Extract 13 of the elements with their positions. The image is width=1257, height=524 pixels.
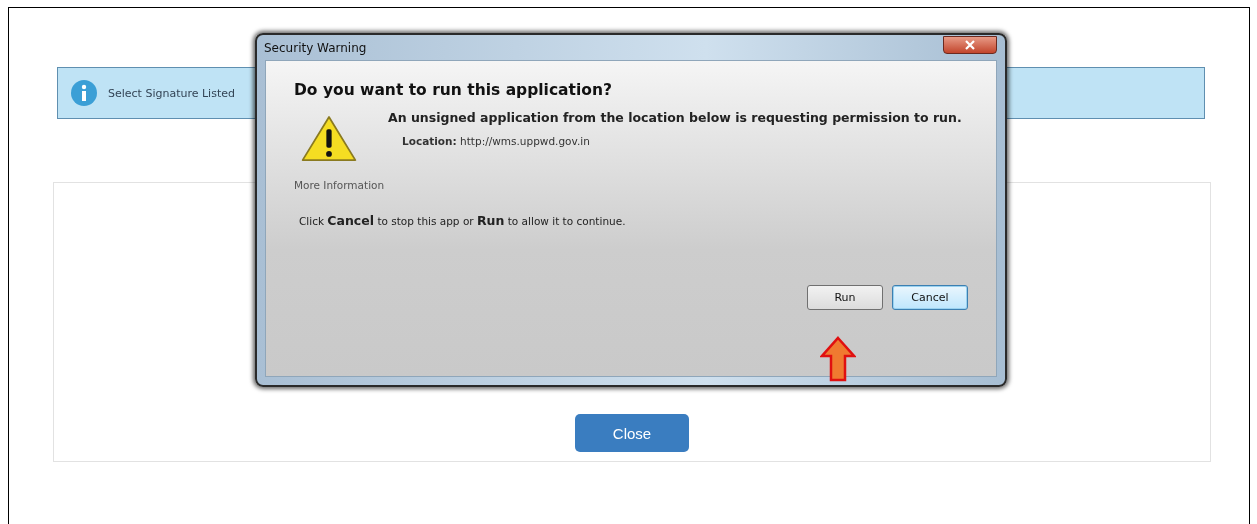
- location-text: Location: http://wms.uppwd.gov.in: [402, 135, 591, 147]
- dialog-title: Security Warning: [264, 40, 367, 55]
- instruction-text: Click Cancel to stop this app or Run to allow it to continue.: [299, 213, 627, 228]
- close-icon[interactable]: [943, 35, 997, 54]
- up-arrow-icon: [820, 336, 856, 382]
- more-information-link[interactable]: More Information: [294, 179, 385, 191]
- close-button[interactable]: Close: [575, 414, 689, 452]
- warning-message: An unsigned application from the location below is requesting permission to run.: [388, 109, 963, 126]
- info-icon: [70, 79, 98, 107]
- dialog-heading: Do you want to run this application?: [294, 81, 613, 99]
- run-button[interactable]: Run: [807, 285, 883, 310]
- cancel-button[interactable]: Cancel: [892, 285, 968, 310]
- info-message: Select Signature Listed: [108, 86, 235, 100]
